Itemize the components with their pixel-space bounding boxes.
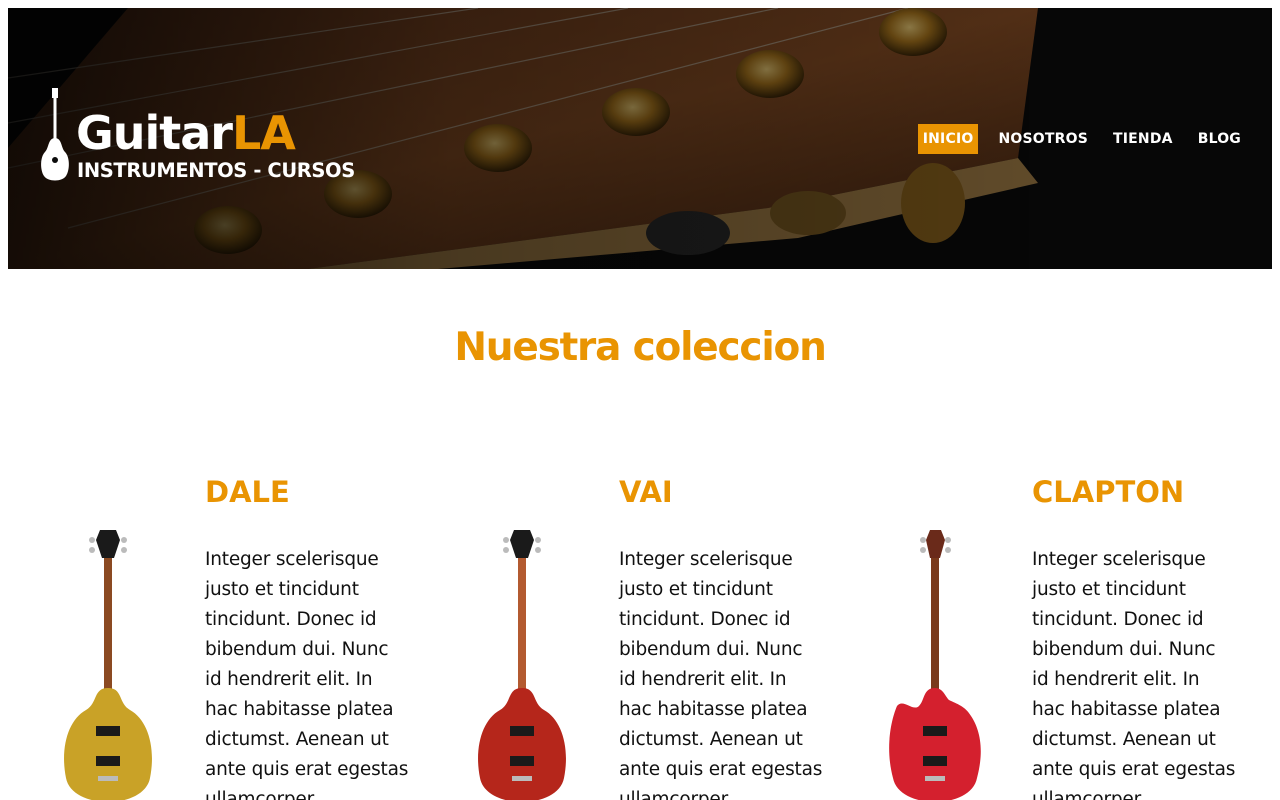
product-name[interactable]: DALE xyxy=(205,474,290,510)
product-name[interactable]: CLAPTON xyxy=(1032,474,1184,510)
product-name[interactable]: VAI xyxy=(619,474,673,510)
guitar-image[interactable] xyxy=(462,528,582,800)
product-card: VAI Integer scelerisque justo et tincidu… xyxy=(422,470,822,800)
nav-link-inicio[interactable]: INICIO xyxy=(917,124,979,154)
guitar-logo-icon xyxy=(41,88,69,181)
product-card: DALE Integer scelerisque justo et tincid… xyxy=(8,470,408,800)
nav-link-nosotros[interactable]: NOSOTROS xyxy=(993,124,1093,154)
product-description: Integer scelerisque justo et tincidunt t… xyxy=(205,549,409,800)
logo-brand: GuitarLA xyxy=(76,106,296,160)
logo-tagline: INSTRUMENTOS - CURSOS xyxy=(77,159,355,182)
guitar-image[interactable] xyxy=(48,528,168,800)
site-header: GuitarLA INSTRUMENTOS - CURSOS INICIO NO… xyxy=(8,8,1272,269)
main-nav: INICIO NOSOTROS TIENDA BLOG xyxy=(903,124,1246,154)
product-description: Integer scelerisque justo et tincidunt t… xyxy=(619,549,823,800)
product-card: CLAPTON Integer scelerisque justo et tin… xyxy=(835,470,1235,800)
nav-link-tienda[interactable]: TIENDA xyxy=(1108,124,1178,154)
guitar-image[interactable] xyxy=(875,528,995,800)
page-title: Nuestra coleccion xyxy=(454,325,827,370)
nav-link-blog[interactable]: BLOG xyxy=(1193,124,1246,154)
product-description: Integer scelerisque justo et tincidunt t… xyxy=(1032,549,1236,800)
site-logo[interactable]: GuitarLA INSTRUMENTOS - CURSOS xyxy=(40,88,360,188)
